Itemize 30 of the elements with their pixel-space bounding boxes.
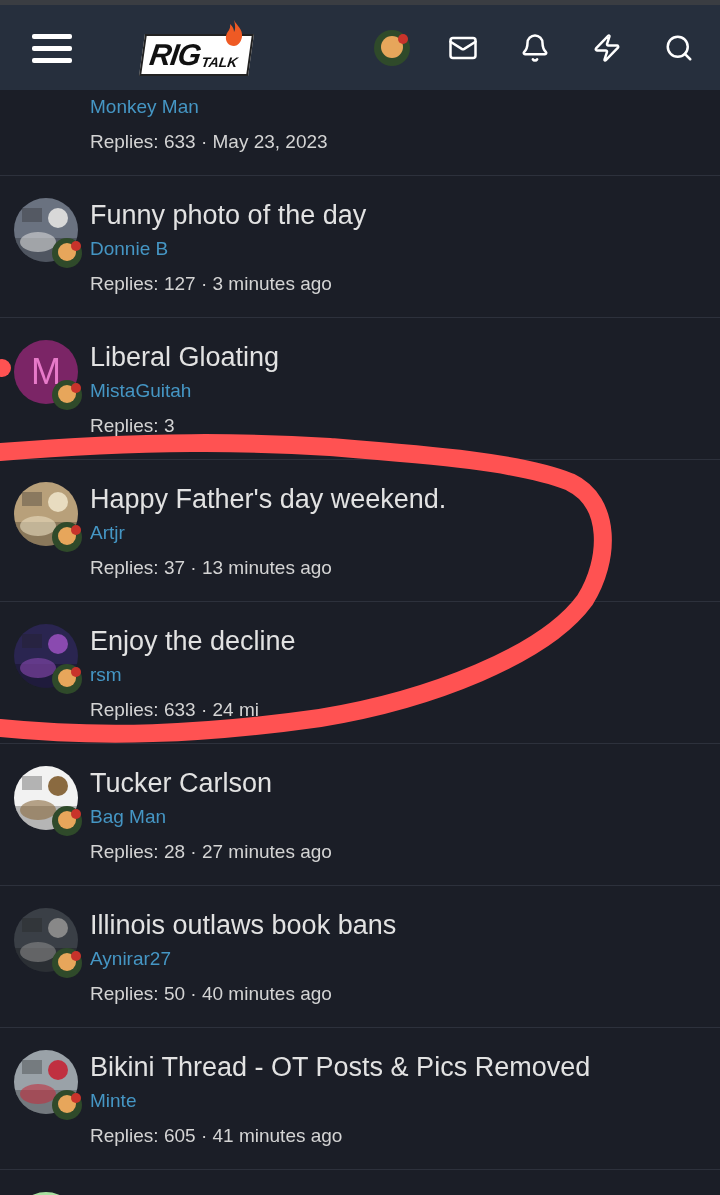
thread-author[interactable]: rsm: [90, 658, 296, 692]
user-badge-icon: [52, 522, 82, 552]
thread-author[interactable]: Monkey Man: [90, 90, 328, 124]
thread-author[interactable]: Donnie B: [90, 232, 367, 266]
thread-title[interactable]: Tucker Carlson: [90, 766, 332, 800]
thread-author[interactable]: Minte: [90, 1084, 591, 1118]
user-badge-icon: [52, 664, 82, 694]
user-badge-icon: [52, 1090, 82, 1120]
thread-title[interactable]: Bikini Thread - OT Posts & Pics Removed: [90, 1050, 591, 1084]
user-badge-icon: [52, 948, 82, 978]
thread-title[interactable]: Funny photo of the day: [90, 198, 367, 232]
thread-meta: Replies: 633 · 24 mi: [90, 698, 260, 722]
user-badge-icon: [52, 806, 82, 836]
thread-meta: Replies: 127 · 3 minutes ago: [90, 272, 333, 296]
thread-author[interactable]: Bag Man: [90, 800, 332, 834]
thread-title[interactable]: Happy Father's day weekend.: [90, 482, 447, 516]
thread-title[interactable]: Liberal Gloating: [90, 340, 280, 374]
thread-author[interactable]: Aynirar27: [90, 942, 397, 976]
thread-author[interactable]: MistaGuitah: [90, 374, 280, 408]
thread-author[interactable]: Artjr: [90, 516, 447, 550]
user-badge-icon: [52, 238, 82, 268]
account-avatar[interactable]: [374, 29, 410, 66]
thread-title[interactable]: Illinois outlaws book bans: [90, 908, 397, 942]
thread-meta: Replies: 605 · 41 minutes ago: [90, 1124, 344, 1148]
thread-meta: Replies: 3: [90, 414, 176, 438]
thread-title[interactable]: Enjoy the decline: [90, 624, 296, 658]
thread-meta: Replies: 633 · May 23, 2023: [90, 130, 328, 154]
thread-meta: Replies: 50 · 40 minutes ago: [90, 982, 333, 1006]
thread-meta: Replies: 28 · 27 minutes ago: [90, 840, 332, 864]
thread-meta: Replies: 37 · 13 minutes ago: [90, 556, 333, 580]
